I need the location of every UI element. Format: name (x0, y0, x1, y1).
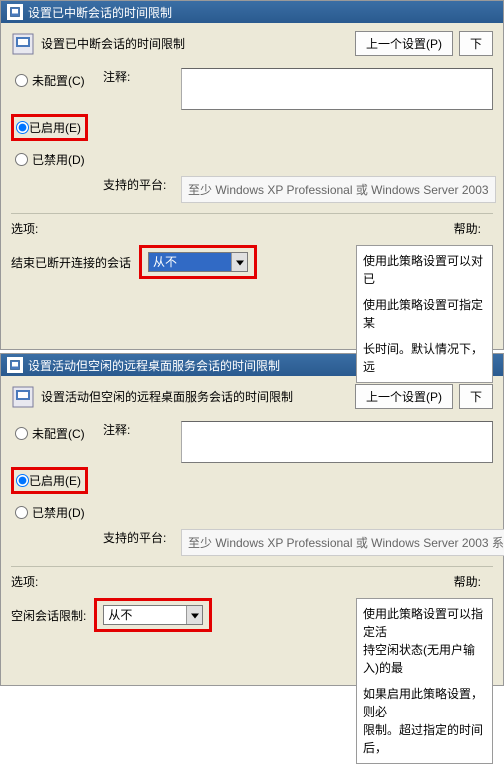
platform-label: 支持的平台: (103, 176, 181, 193)
idle-limit-dropdown-wrap: 从不 (103, 605, 203, 625)
radio-enabled-label[interactable]: 已启用(E) (29, 119, 81, 136)
highlight-enabled: 已启用(E) (11, 467, 88, 494)
radio-unconfigured-label[interactable]: 未配置(C) (32, 72, 85, 89)
policy-icon (7, 357, 23, 373)
radio-disabled[interactable] (15, 153, 28, 166)
next-setting-button[interactable]: 下 (459, 31, 493, 56)
window-title: 设置已中断会话的时间限制 (28, 4, 172, 21)
help-label: 帮助: (454, 573, 481, 590)
help-text-box: 使用此策略设置可以指定活 持空闲状态(无用户输入)的最 如果启用此策略设置，则必… (356, 598, 493, 764)
dialog-header: 设置已中断会话的时间限制 (41, 35, 185, 52)
platform-value: 至少 Windows XP Professional 或 Windows Ser… (181, 176, 496, 203)
divider (11, 213, 493, 214)
dropdown-label: 空闲会话限制: (11, 607, 86, 624)
help-line: 使用此策略设置可以对已 (363, 252, 486, 288)
comment-input[interactable] (181, 68, 493, 110)
radio-disabled-label[interactable]: 已禁用(D) (32, 504, 85, 521)
comment-label: 注释: (103, 421, 181, 438)
radio-unconfigured[interactable] (15, 427, 28, 440)
radio-disabled-label[interactable]: 已禁用(D) (32, 151, 85, 168)
options-label: 选项: (11, 220, 38, 237)
help-text-box: 使用此策略设置可以对已 使用此策略设置可指定某 长时间。默认情况下，远 (356, 245, 493, 383)
highlight-dropdown: 从不 (139, 245, 257, 279)
next-setting-button[interactable]: 下 (459, 384, 493, 409)
radio-enabled[interactable] (16, 474, 29, 487)
session-limit-dropdown-wrap: 从不 (148, 252, 248, 272)
help-line: 限制。超过指定的时间后， (363, 721, 486, 757)
window-title: 设置活动但空闲的远程桌面服务会话的时间限制 (28, 357, 280, 374)
prev-setting-button[interactable]: 上一个设置(P) (355, 31, 453, 56)
radio-enabled-label[interactable]: 已启用(E) (29, 472, 81, 489)
policy-large-icon (11, 32, 35, 56)
idle-limit-dropdown[interactable]: 从不 (103, 605, 203, 625)
help-line: 使用此策略设置可以指定活 (363, 605, 486, 641)
help-line: 持空闲状态(无用户输入)的最 (363, 641, 486, 677)
dialog-header: 设置活动但空闲的远程桌面服务会话的时间限制 (41, 388, 293, 405)
comment-input[interactable] (181, 421, 493, 463)
policy-dialog-disconnected: 设置已中断会话的时间限制 设置已中断会话的时间限制 上一个设置(P) 下 未配置… (0, 0, 504, 350)
platform-label: 支持的平台: (103, 529, 181, 546)
options-label: 选项: (11, 573, 38, 590)
policy-dialog-idle: 设置活动但空闲的远程桌面服务会话的时间限制 设置活动但空闲的远程桌面服务会话的时… (0, 353, 504, 686)
help-line: 长时间。默认情况下，远 (363, 340, 486, 376)
help-line: 如果启用此策略设置，则必 (363, 685, 486, 721)
prev-setting-button[interactable]: 上一个设置(P) (355, 384, 453, 409)
help-line: 使用此策略设置可指定某 (363, 296, 486, 332)
divider (11, 566, 493, 567)
radio-unconfigured-label[interactable]: 未配置(C) (32, 425, 85, 442)
dropdown-label: 结束已断开连接的会话 (11, 254, 131, 271)
policy-icon (7, 4, 23, 20)
policy-large-icon (11, 385, 35, 409)
radio-enabled[interactable] (16, 121, 29, 134)
help-label: 帮助: (454, 220, 481, 237)
platform-value: 至少 Windows XP Professional 或 Windows Ser… (181, 529, 504, 556)
highlight-dropdown: 从不 (94, 598, 212, 632)
radio-unconfigured[interactable] (15, 74, 28, 87)
session-limit-dropdown[interactable]: 从不 (148, 252, 248, 272)
highlight-enabled: 已启用(E) (11, 114, 88, 141)
radio-disabled[interactable] (15, 506, 28, 519)
comment-label: 注释: (103, 68, 181, 85)
titlebar: 设置已中断会话的时间限制 (1, 1, 503, 23)
